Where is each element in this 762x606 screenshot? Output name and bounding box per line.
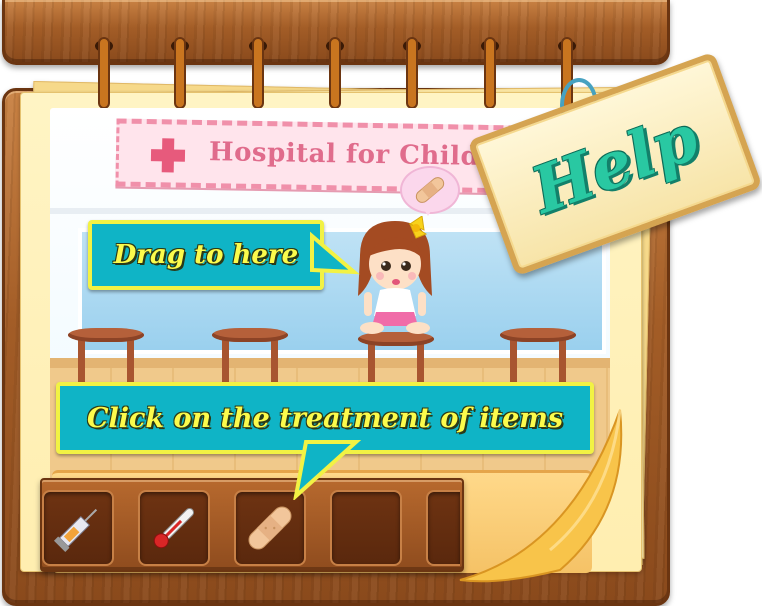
item-slot-syringe[interactable] bbox=[42, 490, 114, 566]
item-slot-bandage[interactable] bbox=[234, 490, 306, 566]
bubble-tail bbox=[422, 206, 434, 216]
patient-girl[interactable] bbox=[350, 215, 440, 346]
click-hint-text: Click on the treatment of items bbox=[86, 402, 564, 434]
syringe-icon bbox=[53, 508, 98, 553]
item-slot-empty[interactable] bbox=[330, 490, 402, 566]
drag-hint-callout: Drag to here bbox=[88, 220, 324, 290]
drag-callout-pointer bbox=[310, 231, 360, 275]
help-label: Help bbox=[522, 99, 708, 229]
red-cross-icon bbox=[151, 138, 186, 173]
top-wood-board bbox=[2, 0, 670, 65]
item-slot-thermometer[interactable] bbox=[138, 490, 210, 566]
drag-hint-text: Drag to here bbox=[113, 240, 299, 270]
click-callout-pointer bbox=[293, 440, 362, 500]
thermometer-icon bbox=[153, 507, 195, 549]
bandage-icon bbox=[248, 506, 292, 550]
